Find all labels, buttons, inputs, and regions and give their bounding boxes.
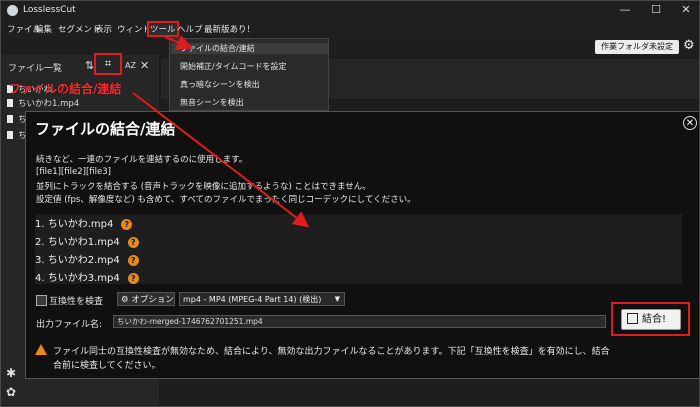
dialog-description-line: 設定値 (fps、解像度など) も含めて、すべてのファイルでまったく同じコーデッ…: [36, 195, 416, 205]
project-folder-button[interactable]: 作業フォルダ未設定: [595, 40, 679, 54]
question-icon[interactable]: ?: [127, 255, 139, 266]
list-item[interactable]: 2. ちいかわ1.mp4?: [35, 233, 139, 248]
menu-bar: ファイル 編集 セグメント 表示 ウィンドウ ツール ヘルプ 最新版あり！: [1, 20, 699, 37]
settings-icon[interactable]: ✱: [6, 366, 16, 380]
merge-files-icon[interactable]: ⌗: [94, 53, 122, 75]
menu-update-available[interactable]: 最新版あり！: [204, 23, 255, 35]
dialog-title: ファイルの結合/連結: [35, 120, 176, 138]
file-icon: [7, 131, 13, 139]
maximize-button[interactable]: ☐: [646, 3, 666, 17]
dialog-description-line: [file1][file2][file3]: [36, 167, 111, 177]
merge-dialog: ファイルの結合/連結 ✕ 続きなど、一連のファイルを連結するのに使用します。 […: [25, 111, 699, 379]
gear-icon: ⚙: [121, 295, 132, 305]
dialog-description-line: 並列にトラックを結合する (音声トラックを映像に追加するような) ことはできませ…: [36, 182, 371, 192]
merge-file-list: 1. ちいかわ.mp4? 2. ちいかわ1.mp4? 3. ちいかわ2.mp4?…: [35, 214, 682, 284]
tools-menu-dropdown: ファイルの結合/連結 開始補正/タイムコードを設定 真っ暗なシーンを検出 無音シ…: [169, 38, 329, 111]
menu-item-merge-files[interactable]: ファイルの結合/連結: [171, 43, 328, 54]
list-item[interactable]: ち: [7, 113, 27, 125]
dialog-description-line: 続きなど、一連のファイルを連結するのに使用します。: [36, 155, 248, 165]
app-logo-icon: [7, 5, 18, 16]
window-title: LosslessCut: [23, 5, 76, 15]
menu-item-set-timecode[interactable]: 開始補正/タイムコードを設定: [180, 61, 287, 72]
menu-help[interactable]: ヘルプ: [177, 23, 203, 35]
warning-text: 合前に検査してください。: [53, 361, 161, 371]
close-button[interactable]: ✕: [676, 3, 696, 17]
output-filename-label: 出力ファイル名:: [36, 320, 103, 330]
compat-check-checkbox[interactable]: [36, 295, 47, 306]
annotation-label: ファイルの結合/連結: [9, 82, 122, 96]
list-item[interactable]: ちいかわ1.mp4: [7, 97, 79, 109]
close-icon[interactable]: ✕: [683, 116, 697, 130]
minimize-button[interactable]: —: [615, 3, 635, 17]
file-icon: [7, 99, 13, 107]
menu-item-detect-silence[interactable]: 無音シーンを検出: [180, 97, 244, 108]
file-icon: [7, 115, 13, 123]
list-item[interactable]: 1. ちいかわ.mp4?: [35, 215, 133, 230]
chevron-down-icon: ▼: [334, 295, 340, 303]
menu-item-detect-black[interactable]: 真っ暗なシーンを検出: [180, 79, 260, 90]
merge-icon: [627, 313, 638, 324]
warning-text: ファイル同士の互換性検査が無効なため、結合により、無効な出力ファイルなることがあ…: [53, 347, 610, 357]
options-button[interactable]: ⚙ オプション: [117, 292, 175, 306]
menu-edit[interactable]: 編集: [35, 23, 52, 35]
sort-icon[interactable]: ⇅: [85, 59, 94, 72]
gear-icon[interactable]: ⚙: [683, 38, 695, 53]
list-item[interactable]: 4. ちいかわ3.mp4?: [35, 269, 139, 284]
question-icon[interactable]: ?: [127, 273, 139, 284]
output-filename-input[interactable]: ちいかわ-merged-1746762701251.mp4: [113, 315, 606, 328]
list-item[interactable]: 3. ちいかわ2.mp4?: [35, 251, 139, 266]
question-icon[interactable]: ?: [121, 219, 133, 230]
format-select[interactable]: mp4 - MP4 (MPEG-4 Part 14) (検出) ▼: [179, 292, 345, 306]
warning-icon: [35, 344, 47, 355]
accessibility-icon[interactable]: ✿: [6, 385, 16, 399]
question-icon[interactable]: ?: [127, 237, 139, 248]
close-panel-icon[interactable]: ✕: [140, 59, 149, 72]
file-list-title: ファイル一覧: [8, 64, 63, 74]
sort-alpha-icon[interactable]: AZ: [125, 61, 136, 70]
menu-view[interactable]: 表示: [95, 23, 112, 35]
title-bar: LosslessCut — ☐ ✕: [1, 1, 699, 20]
menu-tools[interactable]: ツール: [147, 21, 179, 37]
merge-button[interactable]: 結合!: [621, 309, 681, 330]
compat-check-label: 互換性を検査: [49, 297, 104, 307]
app-window: LosslessCut — ☐ ✕ ファイル 編集 セグメント 表示 ウィンドウ…: [0, 0, 700, 407]
list-item[interactable]: ち: [7, 129, 27, 141]
